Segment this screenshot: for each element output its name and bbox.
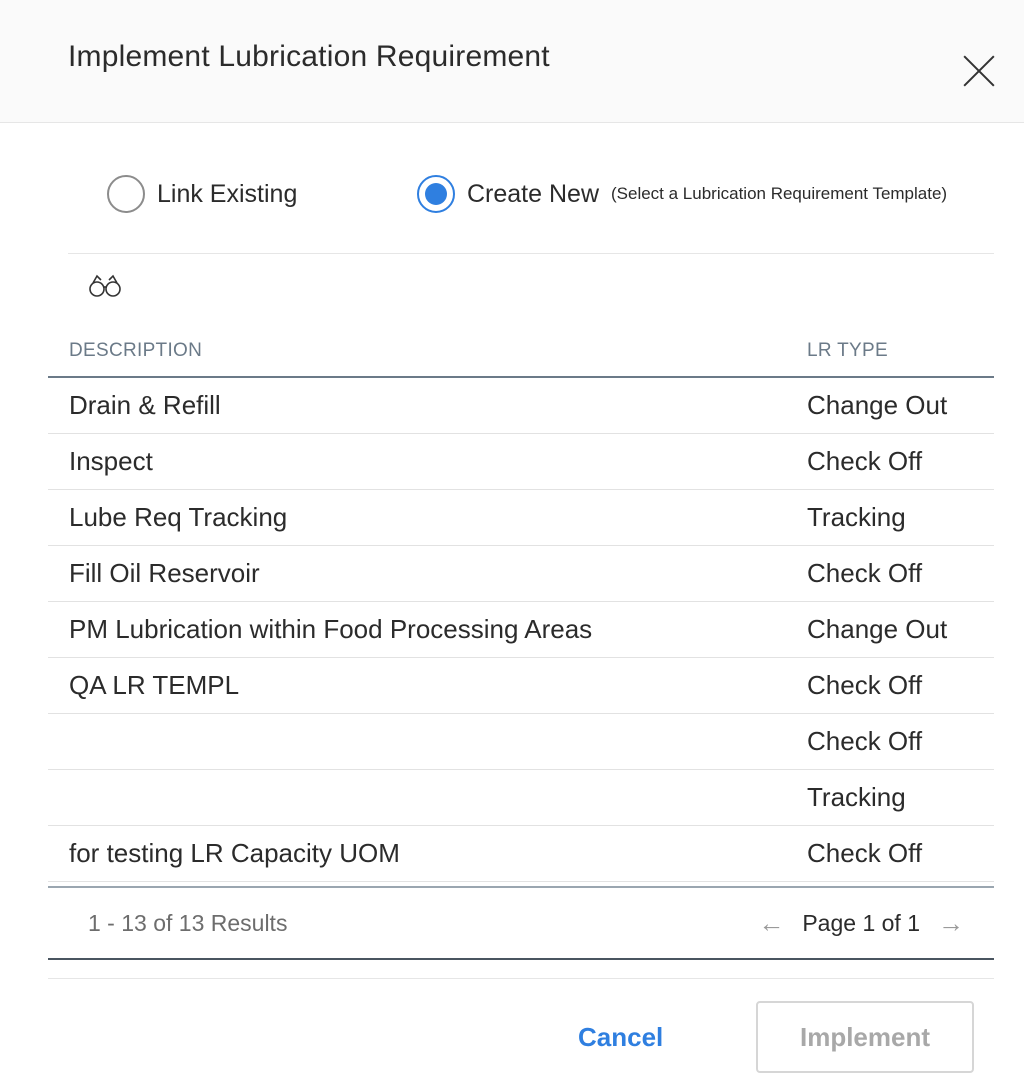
binoculars-icon[interactable] [88, 274, 122, 298]
table-body: Drain & Refill Change Out Inspect Check Off… [48, 378, 994, 882]
cell-description: Drain & Refill [69, 390, 221, 420]
create-new-label: Create New [467, 179, 599, 208]
table-row[interactable]: PM Lubrication within Food Processing Ar… [48, 602, 994, 658]
column-header-lr-type[interactable]: LR TYPE [807, 340, 888, 362]
cell-description: Lube Req Tracking [69, 502, 288, 532]
mode-radio-group: Link Existing Create New (Select a Lubri… [0, 172, 1024, 216]
cell-description: PM Lubrication within Food Processing Ar… [69, 614, 593, 644]
table-row[interactable]: Check Off [48, 714, 994, 770]
implement-button[interactable]: Implement [756, 1001, 974, 1073]
table-row[interactable]: QA LR TEMPL Check Off [48, 658, 994, 714]
divider [48, 978, 994, 979]
table-row[interactable]: Drain & Refill Change Out [48, 378, 994, 434]
arrow-left-icon[interactable]: ← [758, 908, 784, 939]
cell-description: Fill Oil Reservoir [69, 558, 260, 588]
radio-circle-unselected-icon [107, 175, 145, 213]
cell-lr-type: Change Out [807, 614, 948, 644]
dialog-title: Implement Lubrication Requirement [68, 40, 550, 73]
template-table: DESCRIPTION LR TYPE Drain & Refill Change… [48, 330, 994, 882]
cell-lr-type: Tracking [807, 782, 906, 812]
table-row[interactable]: Inspect Check Off [48, 434, 994, 490]
column-header-description[interactable]: DESCRIPTION [69, 340, 202, 362]
cell-lr-type: Change Out [807, 390, 948, 420]
page-indicator: Page 1 of 1 [802, 910, 920, 936]
cell-lr-type: Tracking [807, 502, 906, 532]
arrow-right-icon[interactable]: → [938, 908, 964, 939]
cell-description: QA LR TEMPL [69, 670, 240, 700]
create-new-hint: (Select a Lubrication Requirement Templa… [611, 184, 948, 203]
divider [68, 253, 994, 254]
dialog-header: Implement Lubrication Requirement [0, 0, 1024, 123]
results-count: 1 - 13 of 13 Results [88, 910, 288, 936]
link-existing-radio[interactable]: Link Existing [107, 175, 297, 213]
page-navigation: ← Page 1 of 1 → [758, 908, 964, 939]
create-new-radio[interactable]: Create New (Select a Lubrication Require… [417, 175, 947, 213]
link-existing-label: Link Existing [157, 179, 298, 208]
table-header: DESCRIPTION LR TYPE [48, 330, 994, 378]
table-row[interactable]: Tracking [48, 770, 994, 826]
cell-lr-type: Check Off [807, 670, 923, 700]
cell-lr-type: Check Off [807, 726, 923, 756]
radio-circle-selected-icon [417, 175, 455, 213]
close-icon[interactable] [962, 54, 996, 88]
cell-lr-type: Check Off [807, 558, 923, 588]
cell-lr-type: Check Off [807, 446, 923, 476]
table-row[interactable]: for testing LR Capacity UOM Check Off [48, 826, 994, 882]
cell-description: for testing LR Capacity UOM [69, 838, 400, 868]
cell-description: Inspect [69, 446, 153, 476]
cell-lr-type: Check Off [807, 838, 923, 868]
pagination-bar: 1 - 13 of 13 Results ← Page 1 of 1 → [48, 886, 994, 960]
table-row[interactable]: Fill Oil Reservoir Check Off [48, 546, 994, 602]
table-row[interactable]: Lube Req Tracking Tracking [48, 490, 994, 546]
cancel-button[interactable]: Cancel [578, 1022, 663, 1053]
